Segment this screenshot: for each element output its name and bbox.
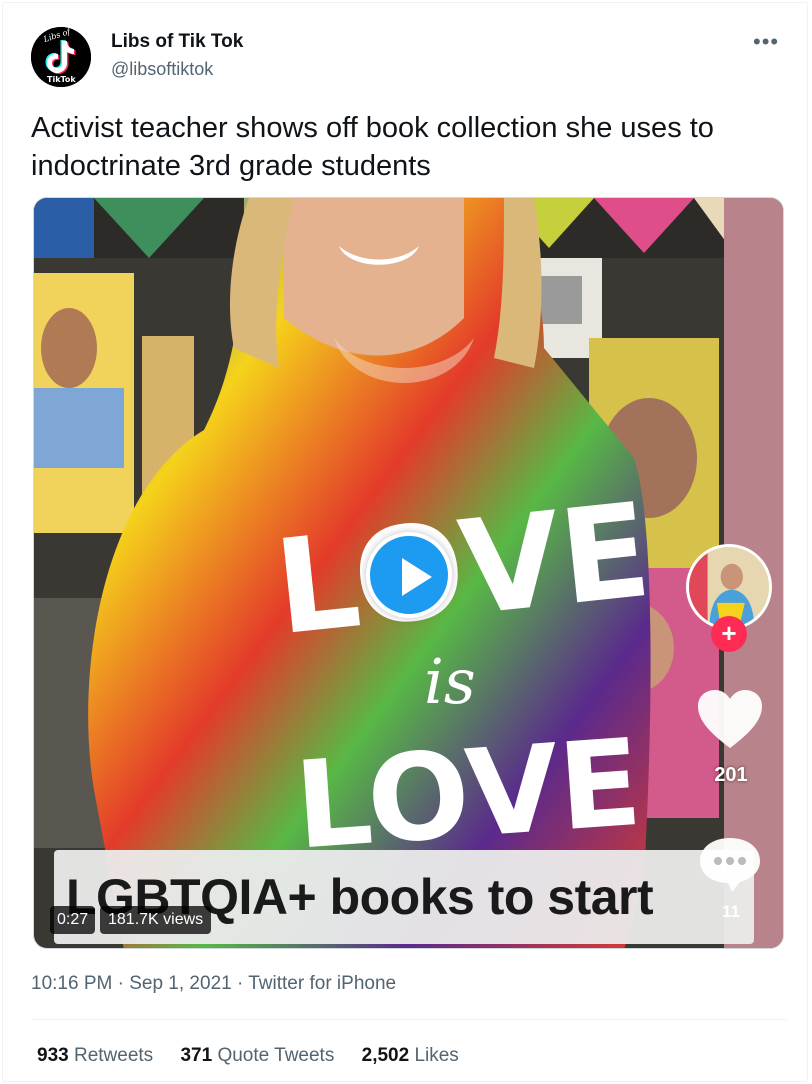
likes-count: 2,502 bbox=[361, 1045, 410, 1066]
svg-text:TikTok: TikTok bbox=[47, 75, 76, 84]
tweet-meta: 10:16 PM · Sep 1, 2021 · Twitter for iPh… bbox=[31, 973, 396, 995]
video-player[interactable]: LOVE is LOVE LGBTQIA+ books to start 0:2… bbox=[33, 197, 784, 949]
tiktok-logo-icon: Libs of TikTok bbox=[31, 27, 91, 87]
tweet-source[interactable]: Twitter for iPhone bbox=[248, 973, 396, 994]
tweet-date[interactable]: Sep 1, 2021 bbox=[129, 973, 231, 994]
play-icon[interactable] bbox=[366, 532, 452, 618]
likes-label: Likes bbox=[414, 1045, 459, 1066]
author-name[interactable]: Libs of Tik Tok bbox=[111, 31, 243, 53]
quote-tweets-label: Quote Tweets bbox=[217, 1045, 335, 1066]
retweets-label: Retweets bbox=[73, 1045, 154, 1066]
tweet-time[interactable]: 10:16 PM bbox=[31, 973, 112, 994]
meta-separator: · bbox=[236, 973, 244, 994]
tiktok-like-count: 201 bbox=[714, 764, 748, 786]
author-handle[interactable]: @libsoftiktok bbox=[111, 59, 213, 80]
retweets-count: 933 bbox=[37, 1045, 69, 1066]
quote-tweets-count: 371 bbox=[180, 1045, 213, 1066]
author-avatar[interactable]: Libs of TikTok bbox=[31, 27, 91, 87]
more-horizontal-icon[interactable]: ••• bbox=[753, 29, 779, 55]
divider bbox=[31, 1019, 787, 1020]
quote-tweets-stat[interactable]: 371 Quote Tweets bbox=[180, 1045, 334, 1066]
svg-text:is: is bbox=[424, 645, 476, 718]
tweet-text: Activist teacher shows off book collecti… bbox=[31, 112, 714, 182]
meta-separator: · bbox=[117, 973, 124, 994]
likes-stat[interactable]: 2,502 Likes bbox=[362, 1045, 459, 1066]
plus-icon[interactable]: + bbox=[711, 616, 747, 652]
retweets-stat[interactable]: 933 Retweets bbox=[37, 1045, 153, 1066]
tweet-card: Libs of TikTok Libs of Tik Tok @libsofti… bbox=[2, 2, 808, 1082]
heart-icon[interactable] bbox=[696, 688, 764, 752]
video-views: 181.7K views bbox=[100, 906, 212, 934]
tiktok-comment-count: 11 bbox=[722, 902, 740, 921]
engagement-stats: 933 Retweets 371 Quote Tweets 2,502 Like… bbox=[37, 1045, 481, 1067]
comment-bubble-icon[interactable] bbox=[696, 834, 764, 894]
video-duration: 0:27 bbox=[50, 906, 96, 934]
